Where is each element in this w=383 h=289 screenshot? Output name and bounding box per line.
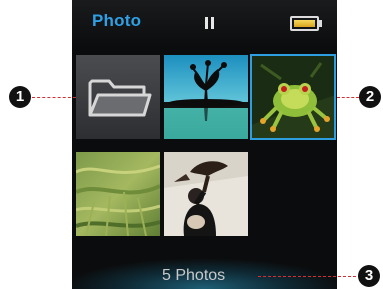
callout-1-badge: 1 [9, 86, 31, 108]
photo-thumbnail-grass[interactable] [76, 152, 160, 236]
pause-icon [205, 17, 214, 29]
callout-1-leader [32, 97, 76, 98]
tree-silhouette-image [164, 55, 248, 139]
callout-3-leader [258, 276, 361, 277]
photo-thumbnail-tree[interactable] [164, 55, 248, 139]
bird-handler-image [164, 152, 248, 236]
photo-thumbnail-frog-selected[interactable] [250, 54, 336, 140]
callout-2-leader [337, 97, 359, 98]
photo-thumbnail-bird-handler[interactable] [164, 152, 248, 236]
device-screen: Photo 5 Photos [72, 0, 337, 289]
folder-icon [76, 55, 160, 139]
frog-image [251, 55, 335, 139]
grass-image [76, 152, 160, 236]
app-title: Photo [92, 11, 142, 30]
status-bar: Photo [72, 0, 337, 48]
callout-2-badge: 2 [359, 86, 381, 108]
photo-count-label: 5 Photos [162, 267, 226, 284]
folder-tile[interactable] [76, 55, 160, 139]
callout-3-badge: 3 [358, 265, 380, 287]
battery-icon [290, 16, 322, 31]
